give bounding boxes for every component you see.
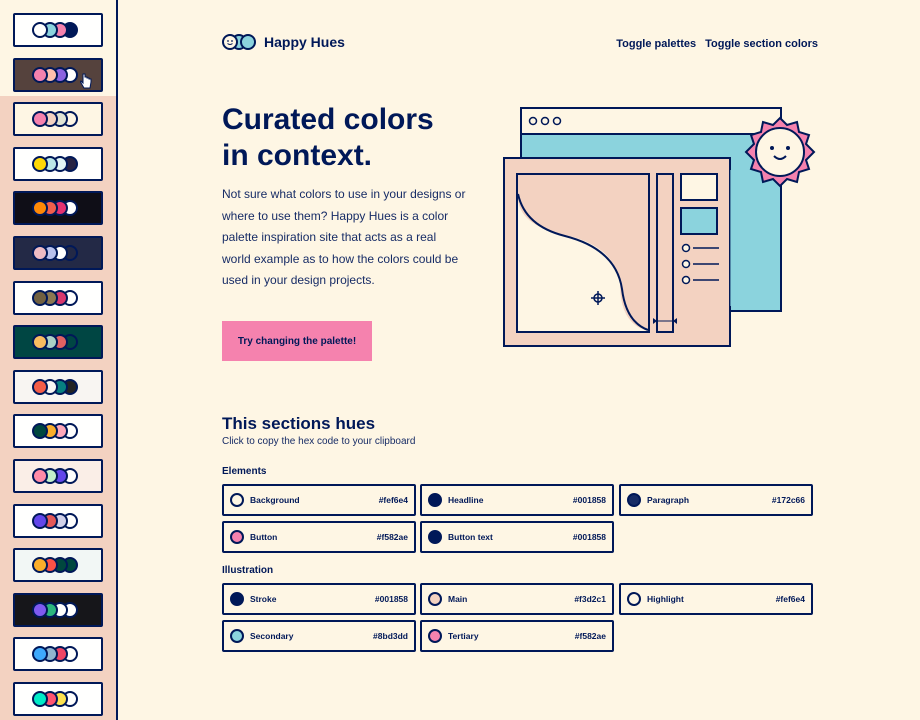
section-hues-title: This sections hues [222,414,376,433]
palette-swatch[interactable] [13,414,103,449]
color-dot [627,493,641,507]
color-hex: #8bd3dd [373,631,408,641]
color-dot [230,592,244,606]
palette-color-dot [32,66,48,83]
palette-color-dot [32,289,48,306]
color-hex: #f582ae [376,532,408,542]
toggle-palettes-link[interactable]: Toggle palettes [616,38,696,50]
palette-color-dot [32,601,48,618]
palette-swatch[interactable] [13,459,103,493]
color-name: Button [250,532,278,542]
palette-swatch[interactable] [13,503,103,538]
palette-sidebar [0,0,118,720]
color-chip-background[interactable]: Background #fef6e4 [222,484,416,516]
elements-label: Elements [222,466,267,477]
illustration-label: Illustration [222,565,274,576]
color-chip-main[interactable]: Main #f3d2c1 [420,583,614,615]
palette-color-dot [32,691,48,707]
color-name: Background [250,495,300,505]
color-name: Main [448,594,468,604]
color-dot [428,530,442,544]
color-name: Tertiary [448,631,479,641]
toggle-section-colors-link[interactable]: Toggle section colors [705,38,818,50]
palette-swatch[interactable] [13,637,103,672]
palette-color-dot [32,378,48,395]
color-hex: #f3d2c1 [574,594,606,604]
color-name: Secondary [250,631,294,641]
color-chip-tertiary[interactable]: Tertiary #f582ae [420,620,614,652]
section-hues-subtitle: Click to copy the hex code to your clipb… [222,436,416,447]
brand-name: Happy Hues [264,34,345,50]
color-name: Highlight [647,594,684,604]
color-name: Button text [448,532,493,542]
color-hex: #001858 [374,594,408,604]
palette-color-dot [32,468,48,484]
color-dot [230,530,244,544]
palette-swatch[interactable] [13,592,103,627]
logo[interactable]: Happy Hues [222,34,345,50]
color-name: Stroke [250,594,277,604]
palette-swatch[interactable] [13,325,103,360]
palette-swatch[interactable] [13,682,103,716]
hero-title-line-1: Curated colors [222,103,434,136]
palette-swatch[interactable] [13,369,103,404]
palette-swatch[interactable] [13,13,103,47]
color-chip-button[interactable]: Button #f582ae [222,521,416,553]
hero-illustration [503,107,816,347]
editor-window-illustration [503,157,738,347]
palette-swatch[interactable] [13,146,103,181]
palette-swatch[interactable] [13,102,103,137]
color-chip-highlight[interactable]: Highlight #fef6e4 [619,583,813,615]
color-dot [428,493,442,507]
color-hex: #001858 [572,532,606,542]
color-name: Paragraph [647,495,690,505]
color-hex: #f582ae [574,631,606,641]
palette-color-dot [32,512,48,529]
color-dot [428,592,442,606]
color-hex: #001858 [572,495,606,505]
palette-swatch[interactable] [13,236,103,270]
color-hex: #fef6e4 [378,495,408,505]
color-dot [230,493,244,507]
color-chip-stroke[interactable]: Stroke #001858 [222,583,416,615]
palette-swatch[interactable] [13,280,103,315]
palette-color-dot [32,245,48,261]
palette-swatch[interactable] [13,191,103,226]
palette-swatch[interactable] [13,548,103,583]
hero-title-line-2: in context. [222,139,373,172]
color-chip-secondary[interactable]: Secondary #8bd3dd [222,620,416,652]
palette-color-dot [32,22,48,38]
try-changing-palette-button[interactable]: Try changing the palette! [222,321,372,361]
color-hex: #fef6e4 [775,594,805,604]
palette-color-dot [32,155,48,172]
hero-paragraph: Not sure what colors to use in your desi… [222,187,466,287]
color-chip-button-text[interactable]: Button text #001858 [420,521,614,553]
color-chip-headline[interactable]: Headline #001858 [420,484,614,516]
color-dot [428,629,442,643]
color-name: Headline [448,495,484,505]
color-dot [627,592,641,606]
hero-title: Curated colors in context. [222,102,482,174]
color-hex: #172c66 [771,495,805,505]
hand-cursor-icon [80,73,92,89]
top-nav: Toggle palettes Toggle section colors [616,38,818,50]
logo-dots-icon [222,34,256,50]
color-chip-paragraph[interactable]: Paragraph #172c66 [619,484,813,516]
color-dot [230,629,244,643]
